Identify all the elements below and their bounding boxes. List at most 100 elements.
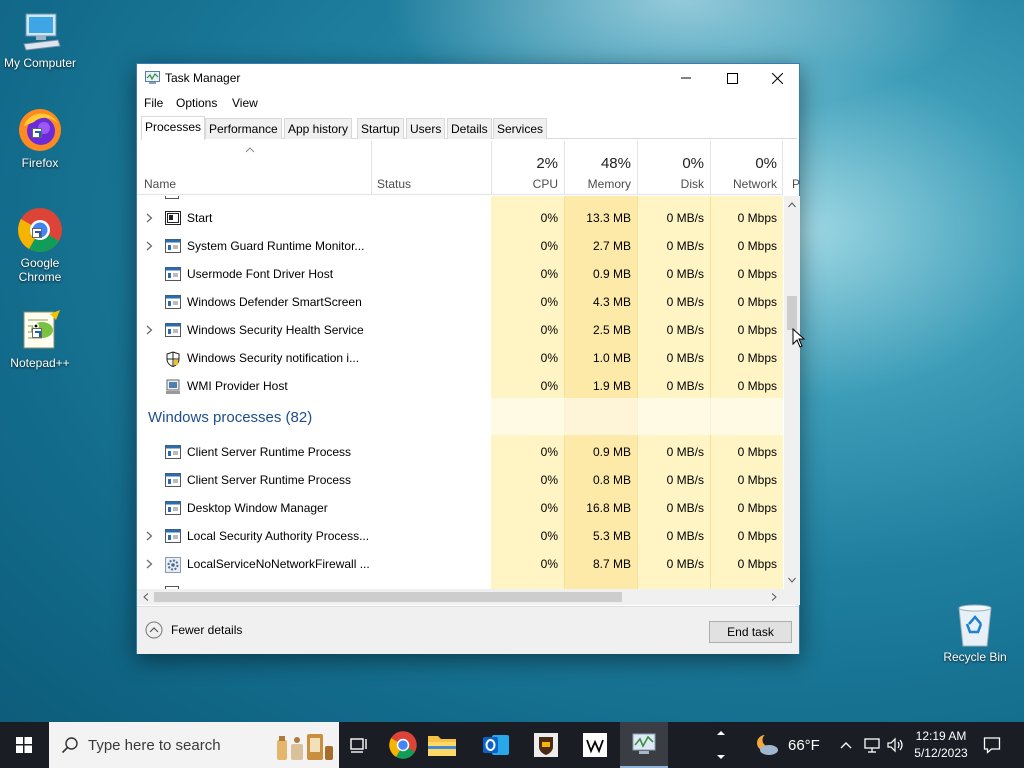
desktop-icon-label: Firefox — [21, 156, 59, 170]
column-cpu[interactable]: CPU — [497, 177, 558, 191]
taskbar-wikipedia[interactable] — [571, 722, 619, 768]
scroll-left-arrow-icon[interactable] — [143, 593, 149, 601]
maximize-button[interactable] — [709, 64, 755, 92]
expand-chevron-icon[interactable] — [146, 558, 153, 572]
menu-file[interactable]: File — [144, 96, 163, 110]
tab-app-history[interactable]: App history — [284, 118, 353, 139]
tab-performance[interactable]: Performance — [205, 118, 282, 139]
tab-processes[interactable]: Processes — [141, 116, 206, 140]
table-row[interactable]: Usermode Font Driver Host 0% 0.9 MB 0 MB/s 0… — [137, 260, 783, 288]
memory-value: 13.3 MB — [586, 211, 631, 225]
table-row[interactable]: System Guard Runtime Monitor... 0% 2.7 MB 0… — [137, 232, 783, 260]
process-name: Desktop Window Manager — [187, 501, 328, 515]
table-row[interactable]: Windows Defender SmartScreen 0% 4.3 MB 0 MB… — [137, 288, 783, 316]
title-bar[interactable]: Task Manager — [137, 64, 799, 92]
vertical-scrollbar[interactable] — [784, 196, 800, 589]
expand-chevron-icon[interactable] — [146, 240, 153, 254]
column-divider — [710, 141, 711, 195]
chrome-icon — [389, 731, 417, 759]
table-row[interactable]: Client Server Runtime Process 0% 0.8 MB 0 M… — [137, 466, 783, 494]
desktop-icon-firefox[interactable]: Firefox — [0, 106, 80, 170]
table-row[interactable]: WMI Provider Host 0% 1.9 MB 0 MB/s 0 Mbps — [137, 372, 783, 400]
desktop-icon-recycle-bin[interactable]: Recycle Bin — [935, 602, 1015, 664]
weather-temperature[interactable]: 66°F — [788, 737, 820, 754]
taskbar-file-explorer[interactable] — [418, 722, 466, 768]
network-tray-button[interactable] — [860, 722, 884, 768]
cpu-value: 0% — [540, 295, 558, 309]
desktop-icon-label: Recycle Bin — [943, 650, 1007, 664]
task-view-button[interactable] — [336, 722, 384, 768]
column-status[interactable]: Status — [377, 177, 411, 191]
desktop-icon-my-computer[interactable]: My Computer — [0, 10, 80, 70]
monitor-icon — [23, 13, 61, 51]
taskbar-search-box[interactable]: Type here to search — [49, 722, 339, 768]
expand-chevron-icon[interactable] — [146, 212, 153, 226]
tab-users[interactable]: Users — [406, 118, 446, 139]
taskbar-ups-app[interactable] — [522, 722, 570, 768]
expand-chevron-icon[interactable] — [146, 324, 153, 338]
menu-bar: File Options View — [137, 93, 799, 115]
tab-details[interactable]: Details — [447, 118, 492, 139]
clock-date[interactable]: 5/12/2023 — [911, 746, 971, 760]
tab-services[interactable]: Services — [493, 118, 548, 139]
network-value: 0 Mbps — [737, 501, 777, 515]
column-memory[interactable]: Memory — [567, 177, 631, 191]
tab-startup[interactable]: Startup — [357, 118, 404, 139]
scroll-down-arrow-icon[interactable] — [788, 577, 796, 583]
scroll-up-arrow-icon[interactable] — [788, 202, 796, 208]
table-row[interactable]: Windows Security Health Service 0% 2.5 MB 0… — [137, 316, 783, 344]
minimize-icon — [681, 77, 691, 79]
taskbar-overflow-scroll[interactable] — [708, 722, 734, 768]
table-row[interactable]: Desktop Window Manager 0% 16.8 MB 0 MB/s 0 M… — [137, 494, 783, 522]
weather-widget-icon-button[interactable] — [752, 722, 782, 768]
column-name[interactable]: Name — [144, 177, 176, 191]
show-hidden-icons-button[interactable] — [836, 722, 856, 768]
scroll-right-arrow-icon[interactable] — [771, 593, 777, 601]
column-network[interactable]: Network — [713, 177, 777, 191]
task-view-icon — [350, 738, 367, 753]
search-placeholder: Type here to search — [88, 737, 221, 754]
close-button[interactable] — [754, 64, 800, 92]
collapse-chevron-icon — [145, 621, 163, 639]
volume-tray-button[interactable] — [883, 722, 907, 768]
group-title-windows-processes[interactable]: Windows processes (82) — [148, 409, 312, 426]
process-name: Windows Security notification i... — [187, 351, 360, 365]
process-list: Windows processes (82) Start 0% 13.3 MB 0 M… — [137, 196, 783, 589]
desktop-icon-google-chrome[interactable]: Google Chrome — [0, 206, 80, 284]
memory-value: 0.9 MB — [592, 445, 631, 459]
table-row[interactable]: Client Server Runtime Process 0% 0.9 MB 0 M… — [137, 438, 783, 466]
mouse-pointer-icon — [792, 328, 806, 348]
table-row[interactable]: LocalServiceNoNetworkFirewall ... 0% 8.7 M… — [137, 550, 783, 578]
expand-chevron-icon[interactable] — [146, 530, 153, 544]
start-window-icon — [165, 211, 181, 228]
search-highlight-illustration-icon — [277, 734, 333, 760]
shield-icon — [165, 351, 181, 370]
process-name: Client Server Runtime Process — [187, 473, 352, 487]
desktop-icon-notepad-plus-plus[interactable]: Notepad++ — [0, 306, 80, 370]
start-button[interactable] — [0, 722, 48, 768]
process-name: Windows Security Health Service — [187, 323, 364, 337]
end-task-button[interactable]: End task — [709, 621, 792, 643]
action-center-button[interactable] — [976, 722, 1008, 768]
horizontal-scroll-thumb[interactable] — [154, 592, 622, 602]
fewer-details-label: Fewer details — [171, 623, 243, 637]
ups-app-icon — [534, 733, 558, 757]
tab-strip: Processes Performance App history Startu… — [141, 116, 797, 140]
column-disk[interactable]: Disk — [642, 177, 704, 191]
taskbar: Type here to search 66°F 12:19 AM 5/12/2… — [0, 722, 1024, 768]
menu-options[interactable]: Options — [176, 96, 217, 110]
menu-view[interactable]: View — [232, 96, 258, 110]
taskbar-outlook[interactable] — [472, 722, 520, 768]
table-row[interactable]: Local Security Authority Process... 0% 5.3… — [137, 522, 783, 550]
fewer-details-button[interactable]: Fewer details — [145, 621, 242, 639]
minimize-button[interactable] — [663, 64, 709, 92]
partly-cloudy-night-icon — [757, 734, 778, 755]
column-power-cut[interactable]: P — [792, 177, 800, 191]
column-divider — [491, 141, 492, 195]
vertical-scroll-thumb[interactable] — [787, 296, 797, 330]
table-row[interactable]: Start 0% 13.3 MB 0 MB/s 0 Mbps — [137, 204, 783, 232]
taskbar-task-manager[interactable] — [620, 722, 668, 768]
table-row[interactable]: Windows Security notification i... 0% 1.0 … — [137, 344, 783, 372]
clock-time[interactable]: 12:19 AM — [913, 729, 969, 743]
horizontal-scrollbar[interactable] — [137, 589, 783, 605]
